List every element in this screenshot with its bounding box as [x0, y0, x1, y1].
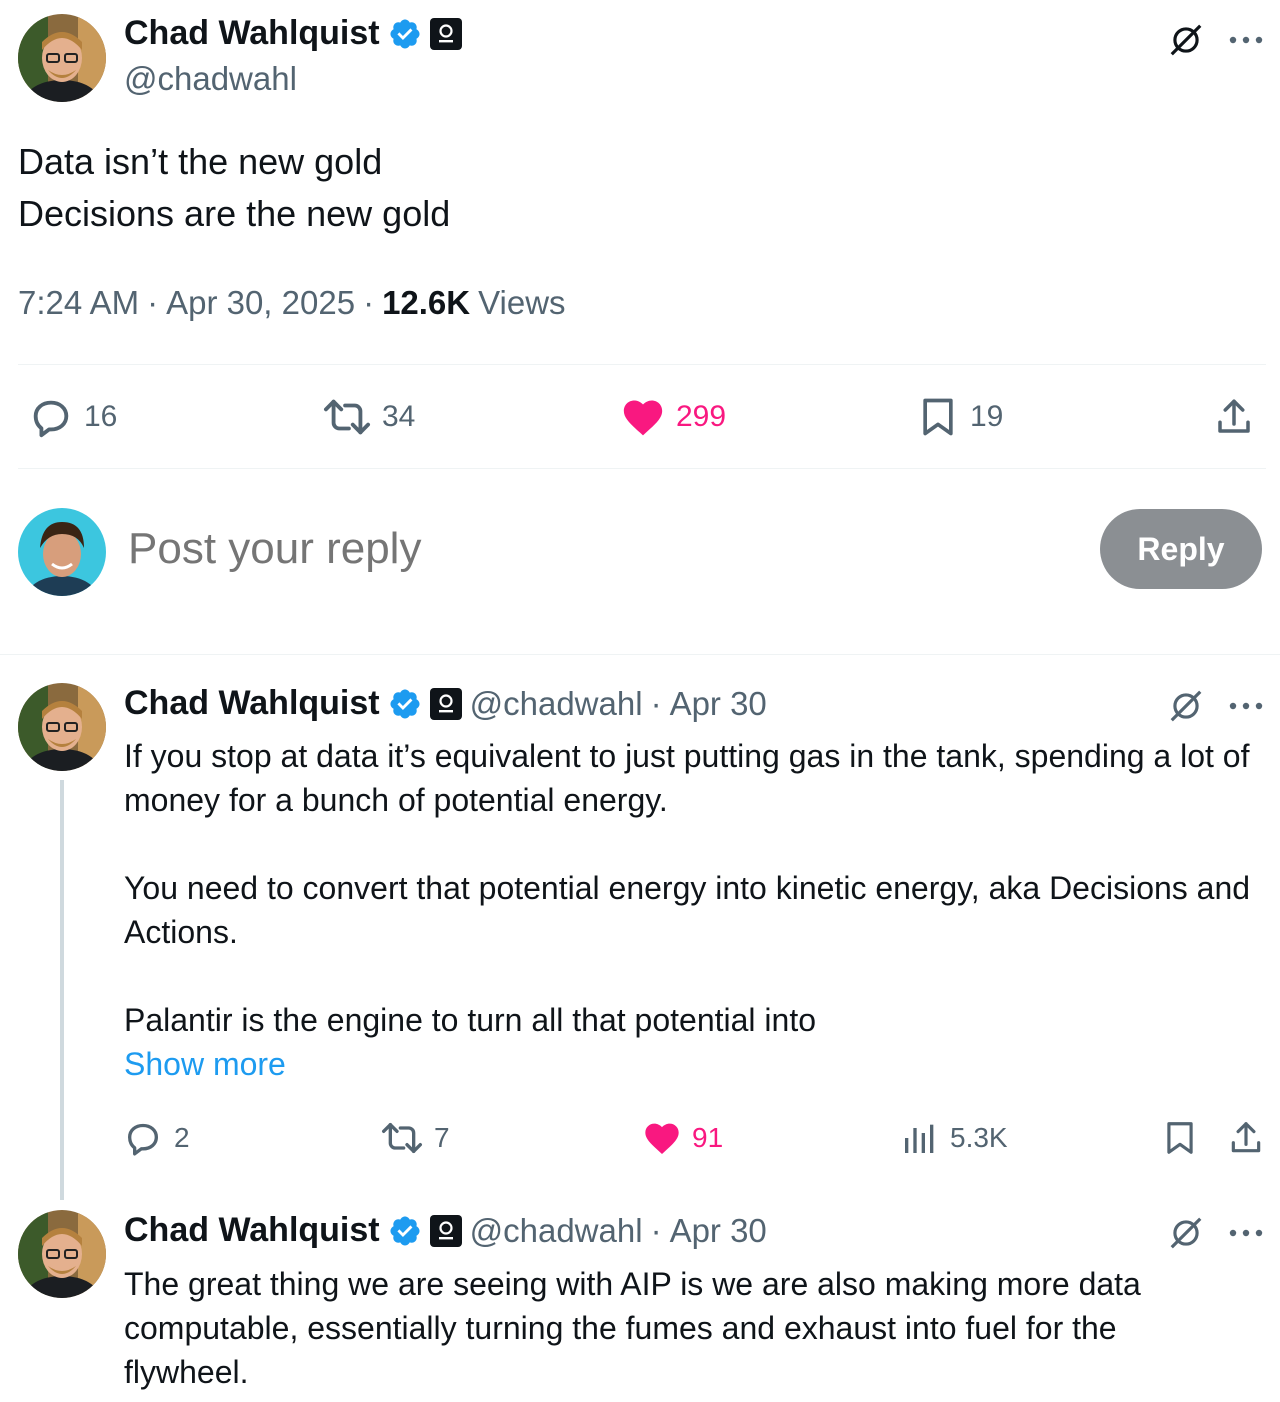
- repost-count: 7: [434, 1122, 450, 1153]
- meta-separator: ·: [650, 1211, 662, 1249]
- bookmark-action[interactable]: 19: [916, 394, 1003, 440]
- reply-action[interactable]: 16: [28, 394, 117, 440]
- repost-action[interactable]: 7: [380, 1118, 450, 1158]
- author-row: Chad Wahlquist: [124, 14, 462, 53]
- affiliate-badge-icon[interactable]: [429, 17, 462, 50]
- post-meta: 7:24 AM · Apr 30, 2025 · 12.6K Views: [18, 284, 566, 322]
- reply-header: Chad Wahlquist @chadwahl · Apr 30: [124, 684, 767, 723]
- post-text: Data isn’t the new gold Decisions are th…: [18, 136, 450, 240]
- grok-icon[interactable]: [1164, 1211, 1208, 1255]
- repost-action[interactable]: 34: [322, 394, 415, 440]
- verified-badge-icon: [388, 17, 422, 51]
- author-name[interactable]: Chad Wahlquist: [124, 1211, 380, 1250]
- verified-badge-icon: [388, 687, 422, 721]
- verified-badge-icon: [388, 1214, 422, 1248]
- divider: [18, 468, 1266, 469]
- reply-icon: [33, 400, 69, 438]
- like-icon: [623, 400, 663, 436]
- divider: [0, 654, 1280, 655]
- post-time[interactable]: 7:24 AM: [18, 284, 139, 322]
- views-action[interactable]: 5.3K: [900, 1118, 1008, 1158]
- meta-separator: ·: [650, 684, 662, 722]
- views-label: Views: [478, 284, 566, 321]
- reply-count: 2: [174, 1122, 190, 1153]
- author-name[interactable]: Chad Wahlquist: [124, 14, 380, 53]
- reply-date[interactable]: Apr 30: [670, 1212, 767, 1250]
- bookmark-icon[interactable]: [1158, 1116, 1202, 1160]
- reply-paragraph: You need to convert that potential energ…: [124, 870, 1251, 950]
- reply-paragraph: Palantir is the engine to turn all that …: [124, 1002, 816, 1038]
- reply-text: If you stop at data it’s equivalent to j…: [124, 734, 1274, 1086]
- author-avatar[interactable]: [18, 683, 106, 771]
- affiliate-badge-icon[interactable]: [429, 1214, 462, 1247]
- reply-input[interactable]: [128, 518, 1028, 580]
- repost-icon: [323, 399, 370, 435]
- more-icon[interactable]: [1224, 18, 1268, 62]
- like-icon: [645, 1123, 679, 1154]
- author-name[interactable]: Chad Wahlquist: [124, 684, 380, 723]
- thread-line: [60, 780, 64, 1200]
- author-avatar[interactable]: [18, 1210, 106, 1298]
- my-avatar[interactable]: [18, 508, 106, 596]
- grok-icon[interactable]: [1164, 684, 1208, 728]
- reply-date[interactable]: Apr 30: [670, 685, 767, 723]
- reply-button[interactable]: Reply: [1100, 509, 1262, 589]
- share-icon[interactable]: [1210, 394, 1258, 440]
- divider: [18, 364, 1266, 365]
- post-text-line: Decisions are the new gold: [18, 193, 451, 234]
- views-icon: [905, 1124, 934, 1153]
- show-more-link[interactable]: Show more: [124, 1042, 1274, 1086]
- reply-action[interactable]: 2: [122, 1118, 190, 1158]
- bookmark-icon: [923, 398, 953, 436]
- reply-paragraph: If you stop at data it’s equivalent to j…: [124, 738, 1250, 818]
- more-icon[interactable]: [1224, 1211, 1268, 1255]
- author-avatar[interactable]: [18, 14, 106, 102]
- share-icon[interactable]: [1224, 1116, 1268, 1160]
- meta-separator: ·: [363, 284, 375, 321]
- post-text-line: Data isn’t the new gold: [18, 141, 383, 182]
- like-count: 299: [676, 400, 727, 433]
- bookmark-count: 19: [970, 400, 1004, 433]
- grok-icon[interactable]: [1164, 18, 1208, 62]
- reply-paragraph: The great thing we are seeing with AIP i…: [124, 1266, 1141, 1390]
- affiliate-badge-icon[interactable]: [429, 687, 462, 720]
- author-handle[interactable]: @chadwahl: [470, 685, 643, 723]
- meta-separator: ·: [147, 284, 159, 321]
- reply-count: 16: [84, 400, 118, 433]
- more-icon[interactable]: [1224, 684, 1268, 728]
- post-date[interactable]: Apr 30, 2025: [166, 284, 355, 322]
- views-count: 5.3K: [950, 1122, 1008, 1153]
- reply-icon: [127, 1123, 158, 1156]
- like-action[interactable]: 91: [642, 1118, 723, 1158]
- repost-icon: [381, 1123, 422, 1153]
- repost-count: 34: [382, 400, 416, 433]
- like-action[interactable]: 299: [620, 394, 726, 440]
- views-count: 12.6K: [382, 284, 471, 321]
- author-handle[interactable]: @chadwahl: [124, 60, 297, 98]
- like-count: 91: [692, 1122, 724, 1153]
- author-handle[interactable]: @chadwahl: [470, 1212, 643, 1250]
- reply-text: The great thing we are seeing with AIP i…: [124, 1262, 1244, 1394]
- reply-header: Chad Wahlquist @chadwahl · Apr 30: [124, 1211, 767, 1250]
